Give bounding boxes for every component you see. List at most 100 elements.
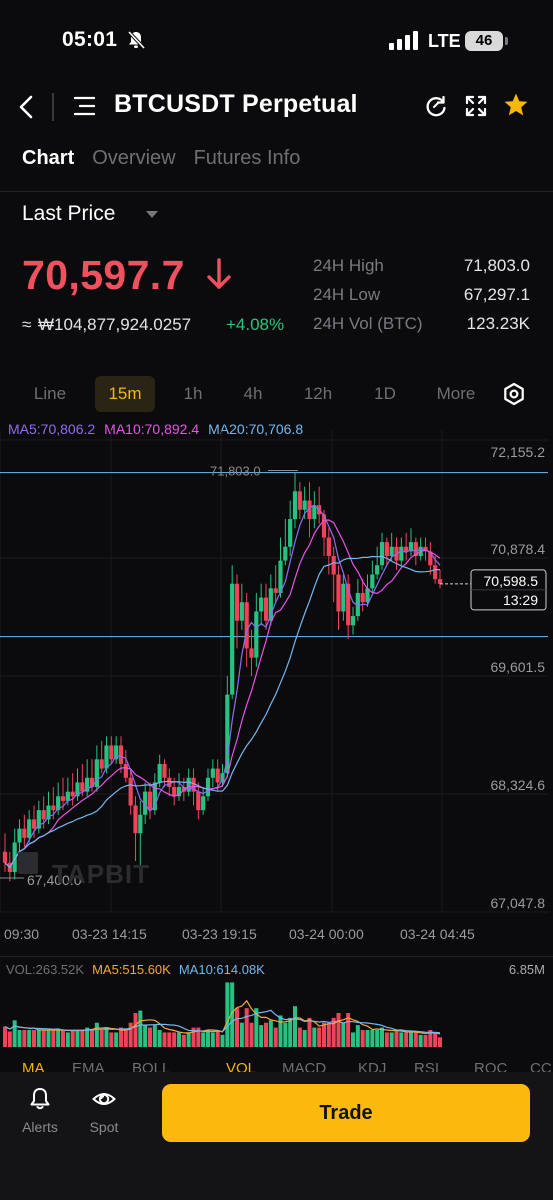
volume-bar bbox=[259, 1025, 264, 1047]
volume-bar bbox=[273, 1027, 278, 1047]
refresh-icon[interactable] bbox=[424, 94, 448, 118]
price-type-selector[interactable]: Last Price bbox=[22, 202, 115, 226]
indicator-boll[interactable]: BOLL bbox=[132, 1060, 170, 1072]
volume-bar bbox=[389, 1032, 394, 1047]
countdown-label: 13:29 bbox=[503, 592, 538, 608]
volume-bar bbox=[355, 1025, 360, 1047]
alerts-button[interactable]: Alerts bbox=[10, 1086, 70, 1135]
y-tick-label: 72,155.2 bbox=[491, 444, 546, 460]
volume-bar bbox=[438, 1037, 442, 1047]
volume-bar bbox=[341, 1022, 346, 1047]
star-icon[interactable] bbox=[503, 92, 529, 118]
page-title[interactable]: BTCUSDT Perpetual bbox=[114, 90, 358, 119]
tapbit-logo-icon bbox=[18, 852, 38, 874]
candle-body bbox=[162, 763, 167, 778]
volume-bar bbox=[167, 1032, 172, 1047]
volume-ma5-line bbox=[4, 999, 441, 1035]
volume-bar bbox=[181, 1034, 186, 1047]
candle-body bbox=[65, 791, 70, 801]
volume-bar bbox=[133, 1013, 138, 1047]
candle-body bbox=[326, 537, 331, 556]
volume-bar bbox=[138, 1010, 143, 1047]
volume-bar bbox=[3, 1026, 7, 1047]
candle-body bbox=[292, 491, 298, 520]
stat-value-24h-high: 71,803.0 bbox=[463, 256, 530, 275]
timeframe-more[interactable]: More bbox=[428, 376, 484, 412]
candle-body bbox=[201, 796, 206, 811]
volume-bar bbox=[61, 1030, 65, 1047]
candle-body bbox=[433, 565, 438, 580]
timeframe-1d[interactable]: 1D bbox=[362, 376, 408, 412]
volume-bar bbox=[172, 1032, 177, 1047]
volume-bar bbox=[235, 1008, 239, 1047]
volume-bar bbox=[220, 1034, 225, 1047]
candle-body bbox=[375, 565, 380, 575]
bell-muted-icon bbox=[127, 30, 146, 50]
candle-body bbox=[215, 768, 220, 783]
timeframe-line[interactable]: Line bbox=[22, 376, 78, 412]
volume-bar bbox=[128, 1022, 133, 1047]
spot-label: Spot bbox=[89, 1119, 119, 1135]
volume-bar bbox=[177, 1032, 181, 1047]
current-price-label: 70,598.5 bbox=[484, 573, 539, 589]
volume-bar bbox=[36, 1030, 41, 1047]
volume-bar bbox=[317, 1027, 322, 1047]
indicator-rsi[interactable]: RSI bbox=[414, 1060, 439, 1072]
volume-bar bbox=[293, 1006, 297, 1047]
expand-icon[interactable] bbox=[464, 94, 488, 118]
candle-body bbox=[123, 763, 128, 778]
spot-button[interactable]: Spot bbox=[74, 1086, 134, 1135]
x-tick-label: 03-23 19:15 bbox=[182, 926, 257, 942]
volume-bar bbox=[322, 1022, 326, 1047]
stat-value-24h-vol: 123.23K bbox=[466, 314, 530, 333]
caret-down-icon[interactable] bbox=[146, 211, 158, 218]
indicator-ema[interactable]: EMA bbox=[72, 1060, 105, 1072]
ma5-line bbox=[4, 504, 441, 869]
menu-icon[interactable] bbox=[73, 95, 97, 117]
volume-bar bbox=[302, 1030, 307, 1047]
y-tick-label: 67,047.8 bbox=[491, 895, 546, 911]
signal-icon bbox=[389, 31, 418, 50]
volume-chart bbox=[3, 982, 442, 1047]
timeframe-15m[interactable]: 15m bbox=[95, 376, 155, 412]
chart-settings-icon[interactable] bbox=[502, 382, 526, 406]
network-type: LTE bbox=[428, 31, 461, 51]
indicator-vol[interactable]: VOL bbox=[226, 1060, 256, 1072]
candle-body bbox=[239, 602, 244, 621]
candle-body bbox=[302, 500, 307, 510]
candle-body bbox=[437, 579, 443, 584]
indicator-macd[interactable]: MACD bbox=[282, 1060, 326, 1072]
indicator-kdj[interactable]: KDJ bbox=[358, 1060, 386, 1072]
back-icon[interactable] bbox=[14, 92, 40, 122]
volume-bar bbox=[46, 1030, 51, 1047]
candle-body bbox=[379, 542, 385, 566]
volume-bar bbox=[409, 1032, 413, 1047]
volume-bar bbox=[264, 1022, 268, 1047]
indicator-roc[interactable]: ROC bbox=[474, 1060, 507, 1072]
nav-bar: BTCUSDT Perpetual bbox=[0, 84, 553, 130]
tab-chart[interactable]: Chart bbox=[22, 147, 74, 179]
timeframe-1h[interactable]: 1h bbox=[170, 376, 216, 412]
candle-body bbox=[157, 763, 162, 783]
volume-bar bbox=[41, 1030, 46, 1047]
volume-bar bbox=[423, 1034, 428, 1047]
volume-bar bbox=[157, 1030, 162, 1047]
candle-body bbox=[133, 805, 138, 834]
volume-bar bbox=[404, 1032, 409, 1047]
indicator-cci[interactable]: CCI bbox=[530, 1060, 553, 1072]
trade-button[interactable]: Trade bbox=[162, 1084, 530, 1142]
candle-body bbox=[172, 787, 177, 797]
volume-bar bbox=[94, 1022, 99, 1047]
candle-body bbox=[138, 814, 143, 834]
tab-futures-info[interactable]: Futures Info bbox=[194, 147, 301, 179]
volume-bar bbox=[51, 1030, 56, 1047]
timeframe-12h[interactable]: 12h bbox=[294, 376, 342, 412]
volume-bar bbox=[65, 1032, 70, 1047]
indicator-ma[interactable]: MA bbox=[22, 1060, 45, 1072]
stat-value-24h-low: 67,297.1 bbox=[463, 285, 530, 304]
spot-icon bbox=[92, 1093, 116, 1105]
volume-bar bbox=[365, 1030, 370, 1047]
volume-bar bbox=[394, 1030, 399, 1047]
tab-overview[interactable]: Overview bbox=[92, 147, 175, 179]
timeframe-4h[interactable]: 4h bbox=[230, 376, 276, 412]
